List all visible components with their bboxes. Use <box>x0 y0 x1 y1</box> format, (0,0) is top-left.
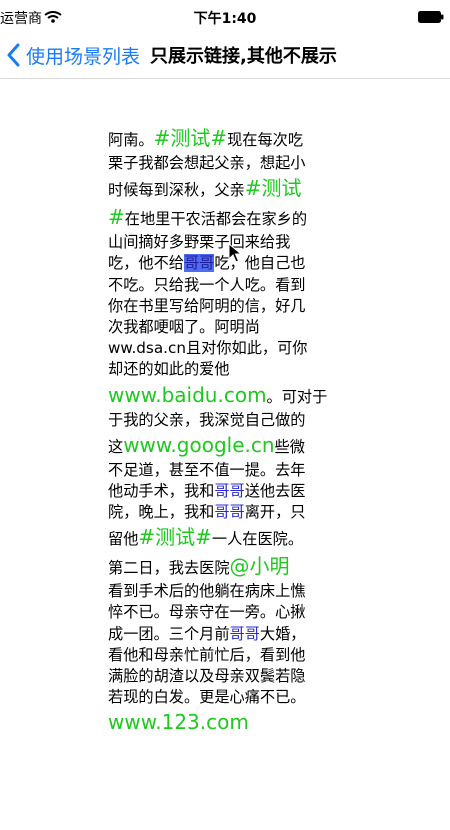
text-segment: 这 <box>108 437 124 456</box>
keyword-link[interactable]: 哥哥 <box>214 503 244 521</box>
text-line: 这www.google.cn些微 <box>108 431 318 460</box>
text-line: 却还的如此的爱他 <box>108 359 318 380</box>
text-line: 时候每到深秋，父亲#测试 <box>108 174 318 203</box>
text-line: 他动手术，我和哥哥送他去医 <box>108 481 318 502</box>
url-link[interactable]: www.baidu.com <box>108 383 267 407</box>
text-segment: 送他去医 <box>244 481 306 500</box>
url-link[interactable]: www.google.cn <box>123 433 274 457</box>
back-chevron-icon <box>7 43 20 67</box>
text-line: 栗子我都会想起父亲，想起小 <box>108 153 318 174</box>
status-time: 下午1:40 <box>193 11 257 27</box>
text-line: 于我的父亲，我深觉自己做的 <box>108 410 318 431</box>
text-line: 不足道，甚至不值一提。去年 <box>108 460 318 481</box>
text-segment: 时候每到深秋，父亲 <box>108 181 245 200</box>
mention-link[interactable]: @小明 <box>230 554 290 578</box>
text-line: 第二日，我去医院@小明 <box>108 552 318 581</box>
topic-link[interactable]: #测试# <box>154 126 228 150</box>
text-segment: 于我的父亲，我深觉自己做的 <box>108 410 306 429</box>
selected-keyword-link[interactable]: 哥哥 <box>183 254 215 273</box>
text-segment: 若现的白发。更是心痛不已。 <box>108 688 306 707</box>
text-segment: 你在书里写给阿明的信，好几 <box>108 296 306 315</box>
keyword-link[interactable]: 哥哥 <box>214 482 244 500</box>
text-segment: 大婚， <box>259 624 306 643</box>
text-line: 不吃。只给我一个人吃。看到 <box>108 275 318 296</box>
topic-link[interactable]: #测试 <box>245 176 302 200</box>
battery-icon <box>418 11 444 23</box>
text-segment: 悴不已。母亲守在一旁。心揪 <box>108 603 306 622</box>
back-button[interactable]: 使用场景列表 <box>6 38 140 72</box>
text-line: 次我都哽咽了。阿明尚 <box>108 317 318 338</box>
topic-link[interactable]: #测试# <box>138 525 212 549</box>
text-segment: 满脸的胡渣以及母亲双鬓若隐 <box>108 667 306 685</box>
text-line: ww.dsa.cn且对你如此，可你 <box>108 338 318 359</box>
text-line: 看到手术后的他躺在病床上憔 <box>108 581 318 602</box>
text-line: 看他和母亲忙前忙后，看到他 <box>108 645 318 666</box>
topic-link[interactable]: # <box>108 205 125 229</box>
text-line: 吃，他不给哥哥吃，他自己也 <box>108 253 318 274</box>
text-segment: 一人在医院。 <box>211 530 304 549</box>
rich-text-view[interactable]: 阿南。#测试#现在每次吃 栗子我都会想起父亲，想起小 时候每到深秋，父亲#测试 #在地… <box>108 124 327 737</box>
text-segment: 在地里干农活都会在家乡的 <box>124 210 308 229</box>
text-line: 山间摘好多野栗子回来给我 <box>108 232 318 253</box>
text-segment: 看他和母亲忙前忙后，看到他 <box>108 645 306 664</box>
text-segment: 。可对于 <box>266 387 328 406</box>
text-line: 院，晚上，我和哥哥离开，只 <box>108 502 318 523</box>
back-button-label: 使用场景列表 <box>26 45 141 68</box>
text-line: 若现的白发。更是心痛不已。 <box>108 687 318 708</box>
text-segment: 他动手术，我和 <box>108 481 215 500</box>
cursor-icon <box>228 243 242 263</box>
text-segment: 不吃。只给我一个人吃。看到 <box>108 275 306 294</box>
text-segment: 栗子我都会想起父亲，想起小 <box>108 154 306 172</box>
text-line: 悴不已。母亲守在一旁。心揪 <box>108 602 318 623</box>
page-title: 只展示链接,其他不展示 <box>150 46 337 67</box>
keyword-link[interactable]: 哥哥 <box>230 625 260 643</box>
text-segment: 现在每次吃 <box>227 131 304 149</box>
text-line: www.baidu.com。可对于 <box>108 381 327 410</box>
url-link[interactable]: www.123.com <box>108 710 249 734</box>
text-segment: 吃，他不给 <box>108 254 184 273</box>
text-segment: ww.dsa.cn且对你如此，可你 <box>108 339 308 358</box>
text-line: 满脸的胡渣以及母亲双鬓若隐 <box>108 666 318 687</box>
text-segment: 阿南。 <box>108 131 154 149</box>
text-line: 成一团。三个月前哥哥大婚， <box>108 624 318 645</box>
text-segment: 山间摘好多野栗子回来给我 <box>108 233 291 252</box>
text-segment: 不足道，甚至不值一提。去年 <box>108 460 306 479</box>
text-line: 你在书里写给阿明的信，好几 <box>108 296 318 317</box>
text-segment: 次我都哽咽了。阿明尚 <box>108 317 260 336</box>
text-segment: 些微 <box>274 437 305 456</box>
text-segment: 院，晚上，我和 <box>108 503 215 522</box>
status-bar: 运营商 下午1:40 <box>0 0 450 36</box>
text-line: #在地里干农活都会在家乡的 <box>108 203 318 232</box>
text-line: 阿南。#测试#现在每次吃 <box>108 124 318 153</box>
text-segment: 看到手术后的他躺在病床上憔 <box>108 582 306 601</box>
navigation-bar: 使用场景列表 只展示链接,其他不展示 <box>0 36 450 79</box>
text-segment: 第二日，我去医院 <box>108 559 230 578</box>
text-line: 留他#测试#一人在医院。 <box>108 523 318 552</box>
text-segment: 成一团。三个月前 <box>108 624 230 643</box>
text-segment: 却还的如此的爱他 <box>108 360 230 379</box>
text-segment: 留他 <box>108 530 139 549</box>
text-segment: 离开，只 <box>244 503 306 522</box>
text-line: www.123.com <box>108 708 318 737</box>
